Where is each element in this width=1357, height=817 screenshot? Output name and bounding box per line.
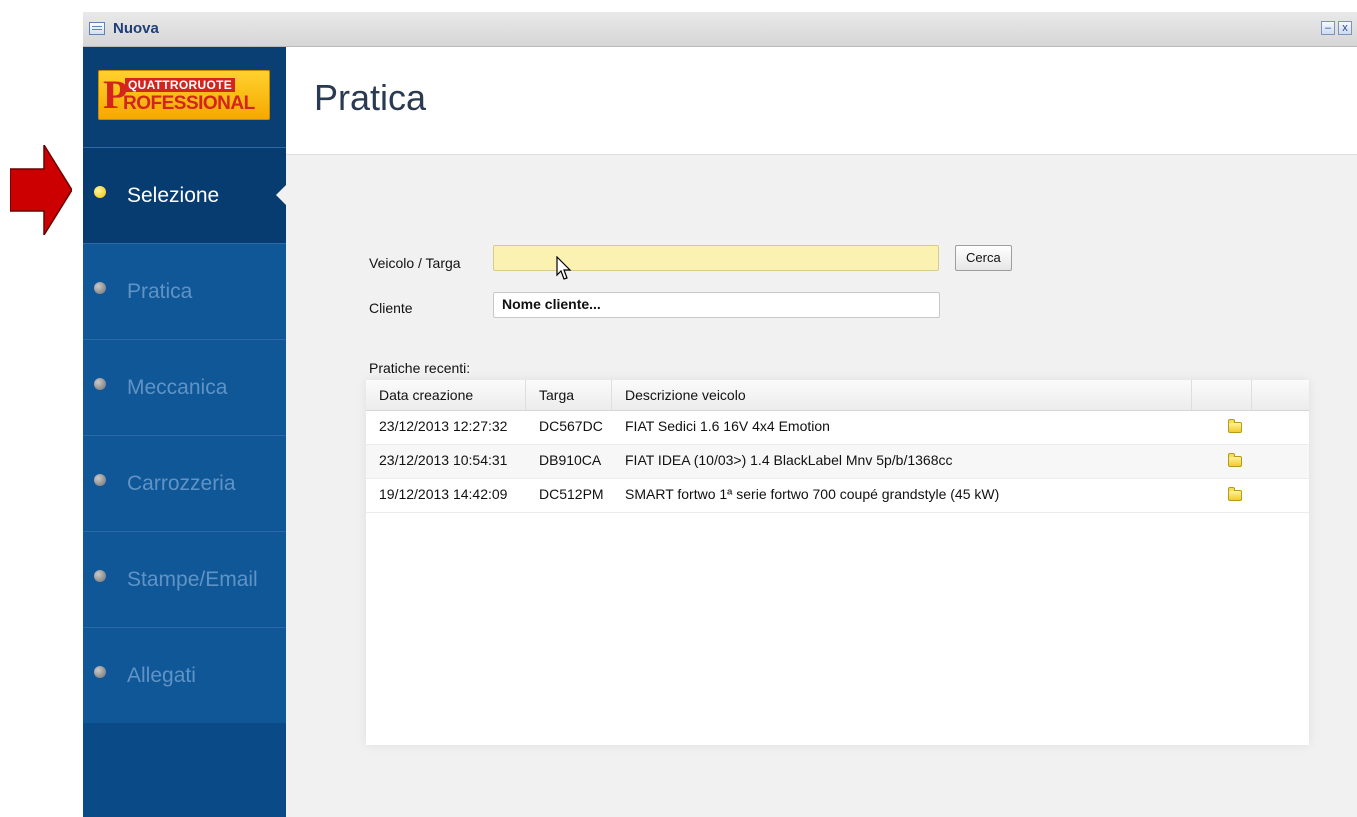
- column-header-plate[interactable]: Targa: [526, 380, 612, 410]
- cell-date: 23/12/2013 10:54:31: [379, 452, 508, 468]
- recent-files-label: Pratiche recenti:: [369, 360, 471, 376]
- sidebar-item-label: Stampe/Email: [127, 568, 258, 591]
- selection-notch-icon: [276, 185, 286, 205]
- folder-icon[interactable]: [1228, 487, 1242, 501]
- close-button[interactable]: x: [1338, 21, 1352, 35]
- cell-plate: DB910CA: [539, 452, 602, 468]
- client-label: Cliente: [369, 300, 413, 316]
- column-header-action: [1192, 380, 1252, 410]
- cell-date: 23/12/2013 12:27:32: [379, 418, 508, 434]
- page-header: Pratica: [286, 47, 1357, 155]
- sidebar: P QUATTRORUOTE ROFESSIONAL Selezione Pra…: [83, 47, 286, 817]
- logo-area: P QUATTRORUOTE ROFESSIONAL: [83, 47, 286, 147]
- folder-icon[interactable]: [1228, 419, 1242, 433]
- client-name-input[interactable]: Nome cliente...: [493, 292, 940, 318]
- bullet-icon: [94, 378, 106, 390]
- cell-plate: DC512PM: [539, 486, 604, 502]
- bullet-icon: [94, 474, 106, 486]
- folder-icon[interactable]: [1228, 453, 1242, 467]
- search-button[interactable]: Cerca: [955, 245, 1012, 271]
- cell-description: FIAT IDEA (10/03>) 1.4 BlackLabel Mnv 5p…: [625, 452, 953, 468]
- bullet-icon: [94, 666, 106, 678]
- sidebar-item-label: Pratica: [127, 280, 193, 303]
- recent-files-table: Data creazione Targa Descrizione veicolo…: [366, 380, 1309, 745]
- column-header-description[interactable]: Descrizione veicolo: [612, 380, 1192, 410]
- page-title: Pratica: [314, 77, 427, 118]
- column-header-extra: [1252, 380, 1309, 410]
- sidebar-item-allegati[interactable]: Allegati: [83, 627, 286, 723]
- window-icon: [89, 22, 105, 35]
- sidebar-item-label: Selezione: [127, 184, 220, 207]
- sidebar-item-stampe-email[interactable]: Stampe/Email: [83, 531, 286, 627]
- table-row[interactable]: 19/12/2013 14:42:09 DC512PM SMART fortwo…: [366, 479, 1309, 513]
- minimize-button[interactable]: –: [1321, 21, 1335, 35]
- vehicle-plate-label: Veicolo / Targa: [369, 255, 461, 271]
- table-row[interactable]: 23/12/2013 12:27:32 DC567DC FIAT Sedici …: [366, 411, 1309, 445]
- sidebar-item-selezione[interactable]: Selezione: [83, 147, 286, 243]
- sidebar-item-label: Carrozzeria: [127, 472, 236, 495]
- column-header-date[interactable]: Data creazione: [366, 380, 526, 410]
- cell-description: SMART fortwo 1ª serie fortwo 700 coupé g…: [625, 486, 1000, 502]
- sidebar-item-pratica[interactable]: Pratica: [83, 243, 286, 339]
- table-header: Data creazione Targa Descrizione veicolo: [366, 380, 1309, 411]
- title-bar: Nuova – x: [83, 12, 1357, 47]
- application-window: Nuova – x P QUATTRORUOTE ROFESSIONAL Sel…: [83, 12, 1357, 817]
- sidebar-item-carrozzeria[interactable]: Carrozzeria: [83, 435, 286, 531]
- logo-line-2: ROFESSIONAL: [123, 93, 255, 114]
- active-bullet-icon: [94, 186, 106, 198]
- table-row[interactable]: 23/12/2013 10:54:31 DB910CA FIAT IDEA (1…: [366, 445, 1309, 479]
- bullet-icon: [94, 570, 106, 582]
- cell-description: FIAT Sedici 1.6 16V 4x4 Emotion: [625, 418, 830, 434]
- sidebar-item-label: Meccanica: [127, 376, 228, 399]
- cell-plate: DC567DC: [539, 418, 603, 434]
- cell-date: 19/12/2013 14:42:09: [379, 486, 508, 502]
- annotation-arrow-icon: [10, 145, 72, 235]
- mouse-cursor-icon: [556, 256, 572, 280]
- sidebar-item-label: Allegati: [127, 664, 196, 687]
- sidebar-item-meccanica[interactable]: Meccanica: [83, 339, 286, 435]
- quattroruote-logo: P QUATTRORUOTE ROFESSIONAL: [98, 70, 270, 120]
- logo-line-1: QUATTRORUOTE: [125, 78, 236, 92]
- bullet-icon: [94, 282, 106, 294]
- window-title: Nuova: [113, 20, 159, 37]
